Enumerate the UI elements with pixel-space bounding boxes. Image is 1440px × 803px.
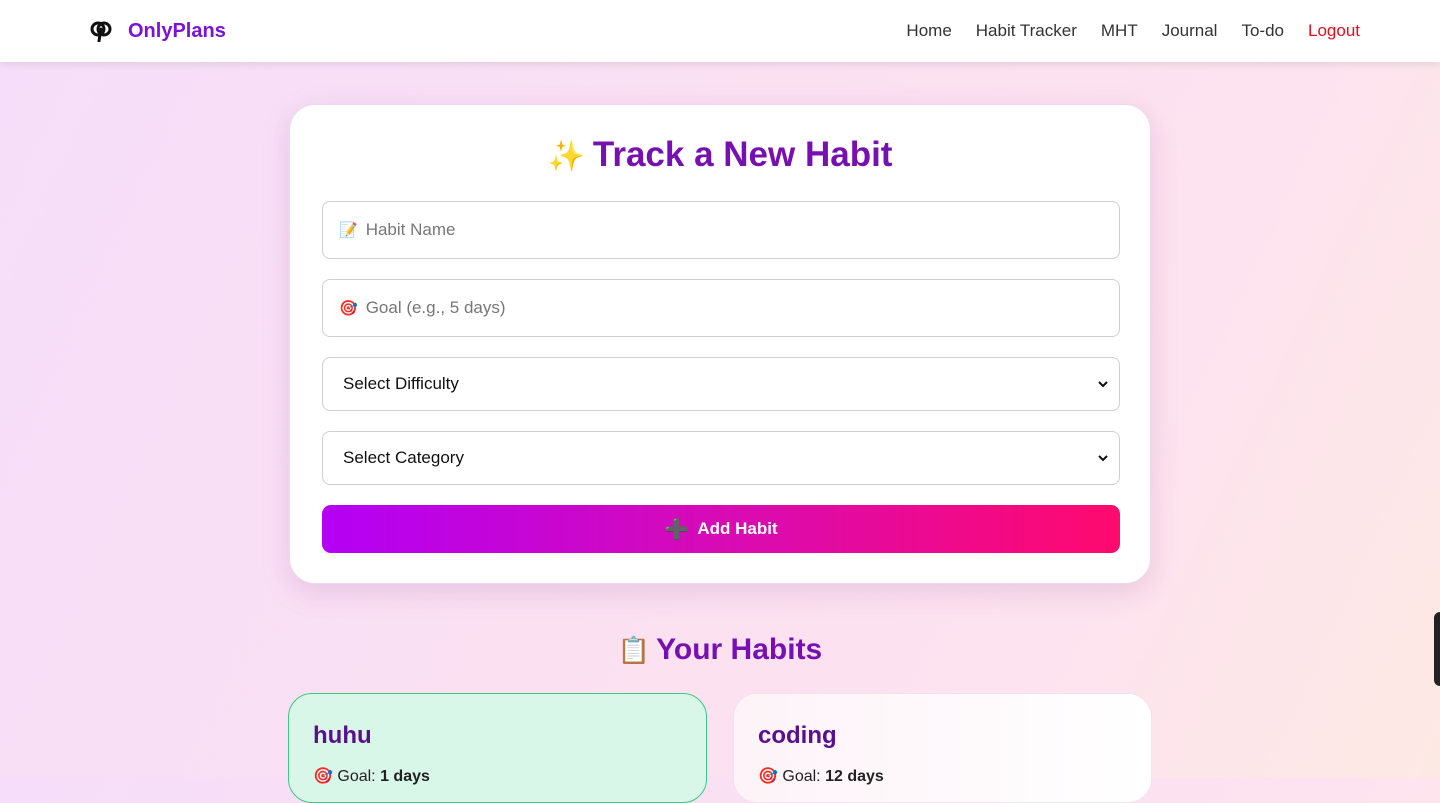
target-icon: 🎯 <box>339 300 358 317</box>
difficulty-select-value: Select Difficulty <box>343 374 459 393</box>
nav-link-todo[interactable]: To-do <box>1241 21 1284 41</box>
card-title: ✨ Track a New Habit <box>290 135 1150 175</box>
logo-icon <box>90 20 112 42</box>
new-habit-card: ✨Track a New Habit 📝 🎯 Select Difficulty… <box>289 104 1151 584</box>
habit-goal: 🎯 Goal: 12 days <box>758 766 1127 786</box>
habit-name: huhu <box>313 722 372 749</box>
category-select-value: Select Category <box>343 448 464 467</box>
difficulty-select[interactable]: Select Difficulty <box>322 357 1120 411</box>
clipboard-icon: 📋 <box>617 635 651 665</box>
brand-name: OnlyPlans <box>128 19 226 42</box>
nav-link-home[interactable]: Home <box>906 21 951 41</box>
nav-link-logout[interactable]: Logout <box>1308 21 1360 41</box>
chevron-down-icon <box>1097 378 1109 390</box>
your-habits-title-text: Your Habits <box>656 633 823 666</box>
add-habit-button[interactable]: ➕ Add Habit <box>322 505 1120 553</box>
nav-link-journal[interactable]: Journal <box>1162 21 1218 41</box>
habit-name-field[interactable]: 📝 <box>322 201 1120 259</box>
nav-link-mht[interactable]: MHT <box>1101 21 1138 41</box>
goal-field[interactable]: 🎯 <box>322 279 1120 337</box>
your-habits-title: 📋 Your Habits <box>0 633 1440 667</box>
chevron-down-icon <box>1097 452 1109 464</box>
habit-name-input[interactable] <box>363 219 1103 241</box>
brand[interactable]: OnlyPlans <box>90 20 226 43</box>
memo-icon: 📝 <box>339 222 358 239</box>
add-habit-button-label: Add Habit <box>697 519 778 538</box>
navbar: OnlyPlans Home Habit Tracker MHT Journal… <box>0 0 1440 62</box>
habit-card[interactable]: coding 🎯 Goal: 12 days <box>733 693 1152 803</box>
sparkles-icon: ✨ <box>547 140 585 173</box>
card-title-text: Track a New Habit <box>592 135 893 174</box>
habit-name: coding <box>758 722 837 749</box>
side-panel-tab[interactable] <box>1434 612 1440 686</box>
nav-link-habit-tracker[interactable]: Habit Tracker <box>976 21 1077 41</box>
habit-goal: 🎯 Goal: 1 days <box>313 766 682 786</box>
category-select[interactable]: Select Category <box>322 431 1120 485</box>
nav-links: Home Habit Tracker MHT Journal To-do Log… <box>906 21 1360 41</box>
goal-input[interactable] <box>363 297 1103 319</box>
habit-card[interactable]: huhu 🎯 Goal: 1 days <box>288 693 707 803</box>
plus-icon: ➕ <box>664 518 690 541</box>
